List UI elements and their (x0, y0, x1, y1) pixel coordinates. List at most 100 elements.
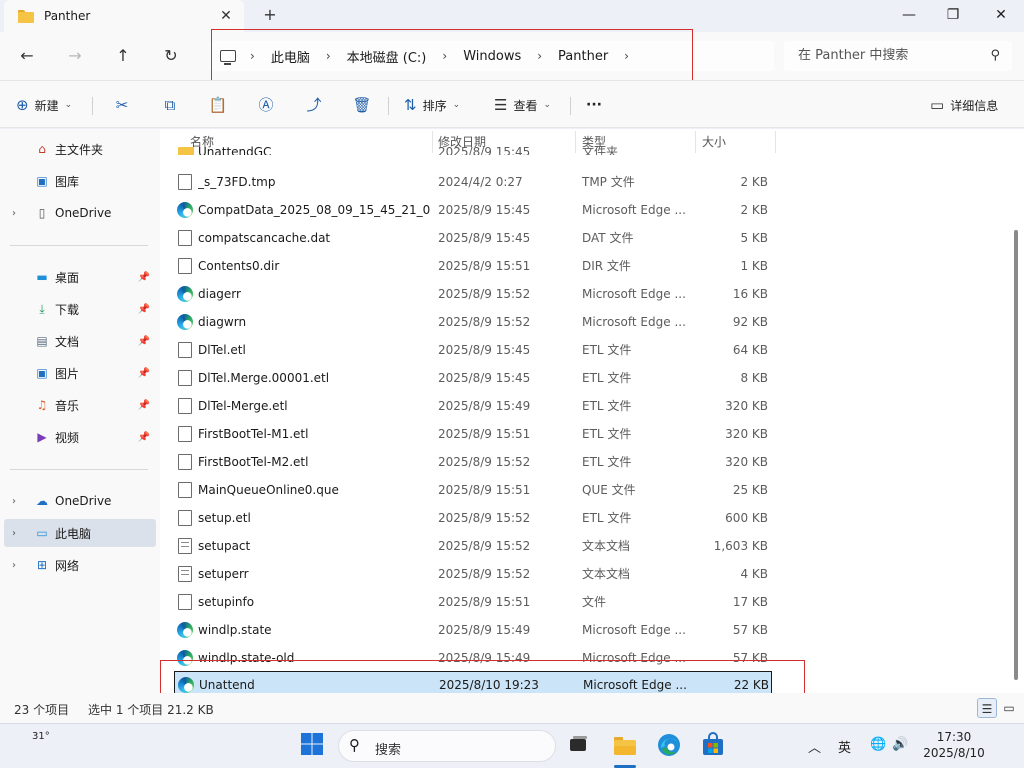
delete-icon[interactable]: 🗑 (350, 93, 374, 117)
file-row[interactable]: diagerr 2025/8/9 15:52 Microsoft Edge ... 1… (174, 281, 772, 307)
sidebar-item-home[interactable]: ⌂ 主文件夹 (4, 135, 156, 163)
minimize-button[interactable]: — (886, 0, 932, 32)
more-options-icon[interactable]: ··· (586, 93, 602, 117)
rename-icon[interactable]: Ⓐ (254, 93, 278, 117)
details-view-icon[interactable]: ☰ (977, 698, 997, 718)
file-list: 名称 ^ 修改日期 类型 大小 UnattendGC 2025/8/9 15:45… (160, 129, 1024, 693)
chevron-right-icon[interactable]: › (12, 496, 16, 507)
weather-widget[interactable]: 31° (32, 731, 50, 742)
file-row[interactable]: FirstBootTel-M1.etl 2025/8/9 15:51 ETL 文件 3… (174, 421, 772, 447)
volume-icon[interactable]: 🔊 (892, 737, 908, 752)
sidebar-item-label: 视频 (55, 430, 80, 445)
gallery-icon: ▣ (36, 174, 48, 188)
command-bar: ⊕ 新建 ⌄ ✂ ⧉ 📋 Ⓐ ⤴ 🗑 ⇅ 排序 ⌄ ☰ 查看 ⌄ ··· ▭ 详… (0, 80, 1024, 128)
file-icon (178, 398, 192, 414)
file-date: 2025/8/9 15:51 (438, 259, 531, 273)
clock-date: 2025/8/10 (923, 746, 985, 760)
file-type: Microsoft Edge ... (582, 623, 686, 637)
back-icon[interactable]: ← (13, 42, 41, 70)
view-button[interactable]: ☰ 查看 ⌄ (494, 93, 551, 117)
tiles-view-icon[interactable]: ▭ (999, 698, 1019, 718)
sidebar-item-downloads[interactable]: ⤓ 下载 📌 (4, 295, 156, 323)
status-bar: 23 个项目 选中 1 个项目 21.2 KB ☰ ▭ (0, 693, 1024, 723)
pin-icon[interactable]: 📌 (138, 368, 150, 379)
chevron-down-icon: ⌄ (452, 100, 461, 110)
file-date: 2025/8/9 15:52 (438, 315, 531, 329)
sidebar-item-onedrive-personal[interactable]: › ▯ OneDrive (4, 199, 156, 227)
file-row[interactable]: compatscancache.dat 2025/8/9 15:45 DAT 文件 5… (174, 225, 772, 251)
up-icon[interactable]: ↑ (109, 42, 137, 70)
share-icon[interactable]: ⤴ (302, 93, 326, 117)
details-pane-button[interactable]: ▭ 详细信息 (930, 93, 998, 117)
sidebar-item-onedrive[interactable]: › ☁ OneDrive (4, 487, 156, 515)
file-row[interactable]: setuperr 2025/8/9 15:52 文本文档 4 KB (174, 561, 772, 587)
file-row[interactable]: setupact 2025/8/9 15:52 文本文档 1,603 KB (174, 533, 772, 559)
file-row[interactable]: DlTel.Merge.00001.etl 2025/8/9 15:45 ETL 文… (174, 365, 772, 391)
chevron-right-icon[interactable]: › (12, 208, 16, 219)
network-icon[interactable]: 🌐 (870, 737, 886, 752)
start-icon[interactable] (300, 732, 326, 758)
new-tab-icon[interactable]: + (260, 5, 280, 25)
file-row[interactable]: UnattendGC 2025/8/9 15:45 文件夹 (174, 139, 772, 155)
file-row[interactable]: DlTel-Merge.etl 2025/8/9 15:49 ETL 文件 320 K… (174, 393, 772, 419)
sidebar-item-videos[interactable]: ▶ 视频 📌 (4, 423, 156, 451)
sidebar-item-label: 文档 (55, 334, 80, 349)
new-button[interactable]: ⊕ 新建 ⌄ (16, 93, 72, 117)
chevron-right-icon[interactable]: › (12, 528, 16, 539)
file-row[interactable]: windlp.state 2025/8/9 15:49 Microsoft Edge… (174, 617, 772, 643)
sidebar-item-gallery[interactable]: ▣ 图库 (4, 167, 156, 195)
pin-icon[interactable]: 📌 (138, 400, 150, 411)
column-divider[interactable] (775, 131, 776, 153)
file-row[interactable]: _s_73FD.tmp 2024/4/2 0:27 TMP 文件 2 KB (174, 169, 772, 195)
chevron-right-icon[interactable]: › (12, 560, 16, 571)
tab-panther[interactable]: Panther ✕ (4, 0, 244, 32)
pin-icon[interactable]: 📌 (138, 304, 150, 315)
close-tab-icon[interactable]: ✕ (218, 8, 234, 24)
pin-icon[interactable]: 📌 (138, 432, 150, 443)
task-view-icon[interactable] (566, 732, 592, 758)
taskbar-search[interactable]: ⚲ 搜索 (338, 730, 556, 762)
sort-button[interactable]: ⇅ 排序 ⌄ (404, 93, 460, 117)
sidebar-item-pictures[interactable]: ▣ 图片 📌 (4, 359, 156, 387)
vertical-scrollbar[interactable] (1014, 230, 1018, 680)
file-row[interactable]: MainQueueOnline0.que 2025/8/9 15:51 QUE 文件… (174, 477, 772, 503)
chevron-up-icon[interactable]: ︿ (808, 737, 821, 756)
file-row[interactable]: CompatData_2025_08_09_15_45_21_0... 2025/… (174, 197, 772, 223)
file-row[interactable]: setupinfo 2025/8/9 15:51 文件 17 KB (174, 589, 772, 615)
sidebar-item-label: 此电脑 (55, 526, 92, 541)
text-file-icon (178, 538, 192, 554)
search-icon[interactable]: ⚲ (990, 41, 1000, 71)
forward-icon[interactable]: → (61, 42, 89, 70)
sort-icon: ⇅ (404, 96, 417, 114)
paste-icon[interactable]: 📋 (206, 93, 230, 117)
cut-icon[interactable]: ✂ (110, 93, 134, 117)
documents-icon: ▤ (36, 334, 48, 348)
sidebar-item-desktop[interactable]: ▬ 桌面 📌 (4, 263, 156, 291)
close-window-button[interactable]: ✕ (978, 0, 1024, 32)
file-row[interactable]: diagwrn 2025/8/9 15:52 Microsoft Edge ... 9… (174, 309, 772, 335)
new-label: 新建 (34, 98, 59, 113)
pin-icon[interactable]: 📌 (138, 272, 150, 283)
file-row[interactable]: DlTel.etl 2025/8/9 15:45 ETL 文件 64 KB (174, 337, 772, 363)
file-explorer-icon[interactable] (612, 732, 638, 768)
pin-icon[interactable]: 📌 (138, 336, 150, 347)
edge-icon[interactable] (656, 732, 682, 758)
search-input[interactable]: 在 Panther 中搜索 ⚲ (784, 41, 1012, 71)
sidebar-item-documents[interactable]: ▤ 文档 📌 (4, 327, 156, 355)
sidebar-item-this-pc[interactable]: › ▭ 此电脑 (4, 519, 156, 547)
maximize-button[interactable]: ❐ (930, 0, 976, 32)
store-icon[interactable] (700, 732, 726, 758)
copy-icon[interactable]: ⧉ (158, 93, 182, 117)
ime-indicator[interactable]: 英 (838, 737, 851, 756)
clock[interactable]: 17:30 2025/8/10 (918, 729, 990, 761)
file-row[interactable]: Contents0.dir 2025/8/9 15:51 DIR 文件 1 KB (174, 253, 772, 279)
file-row[interactable]: setup.etl 2025/8/9 15:52 ETL 文件 600 KB (174, 505, 772, 531)
sidebar-item-music[interactable]: ♫ 音乐 📌 (4, 391, 156, 419)
sidebar-item-network[interactable]: › ⊞ 网络 (4, 551, 156, 579)
file-row[interactable]: FirstBootTel-M2.etl 2025/8/9 15:52 ETL 文件 3… (174, 449, 772, 475)
details-label: 详细信息 (950, 98, 999, 113)
file-type: DIR 文件 (582, 259, 631, 273)
refresh-icon[interactable]: ↻ (157, 42, 185, 70)
file-date: 2025/8/9 15:51 (438, 483, 531, 497)
file-type: 文件夹 (582, 145, 619, 155)
